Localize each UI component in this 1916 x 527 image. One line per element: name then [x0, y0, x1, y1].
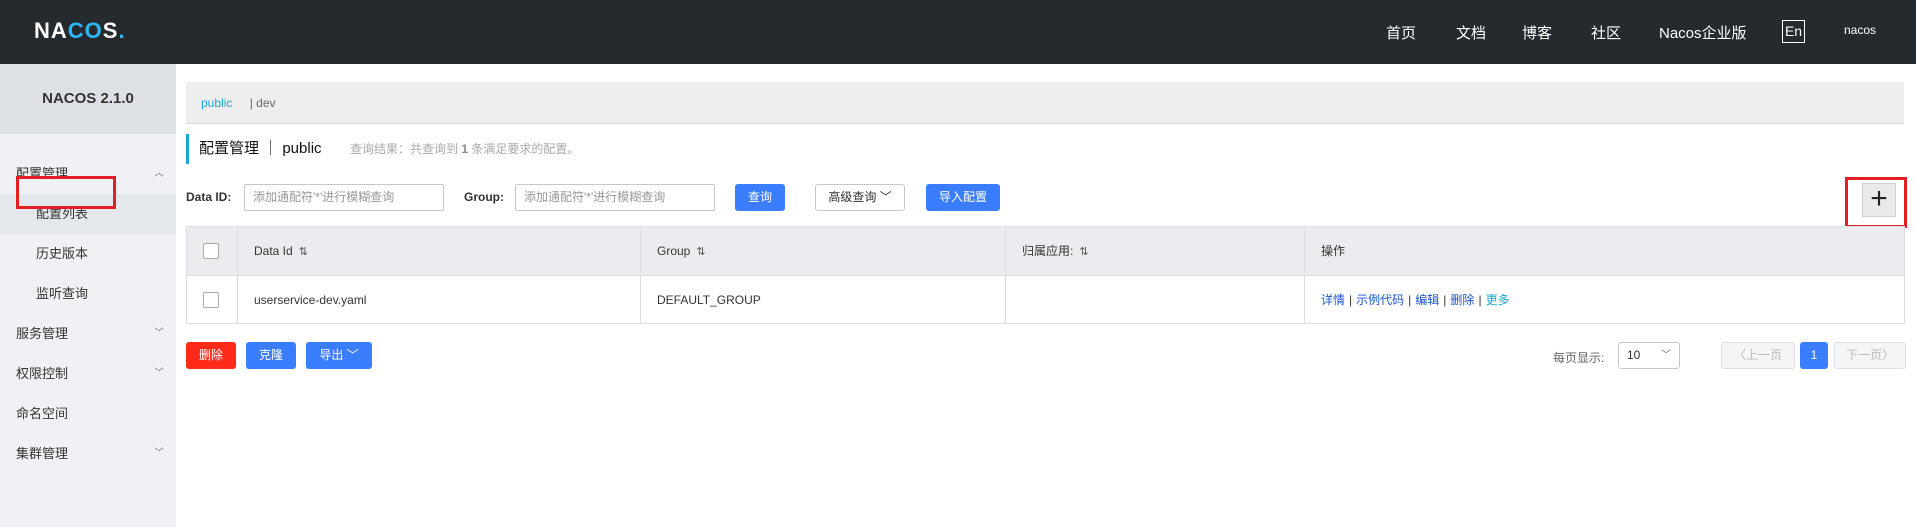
- op-more-link[interactable]: 更多: [1486, 293, 1510, 307]
- bulk-delete-button[interactable]: 删除: [186, 342, 236, 369]
- page-title-bar: 配置管理 ｜ public 查询结果：共查询到 1 条满足要求的配置。: [186, 134, 579, 164]
- next-page-button[interactable]: 下一页〉: [1834, 342, 1906, 369]
- sidebar-item-label: 历史版本: [36, 246, 89, 261]
- import-config-button[interactable]: 导入配置: [926, 184, 1000, 211]
- sidebar: NACOS 2.1.0 配置管理 ︿ 配置列表 历史版本 监听查询 服务管理 ﹀…: [0, 64, 176, 527]
- sidebar-item-label: 命名空间: [16, 406, 69, 421]
- chevron-left-icon: 〈: [1733, 348, 1746, 362]
- chevron-down-icon: ﹀: [1661, 350, 1671, 361]
- chevron-right-icon: 〉: [1882, 348, 1895, 362]
- advanced-query-button[interactable]: 高级查询 ﹀: [815, 184, 905, 211]
- header-group[interactable]: Group ⇅: [641, 227, 1006, 275]
- current-page-button[interactable]: 1: [1800, 342, 1828, 369]
- version-label: NACOS 2.1.0: [0, 64, 176, 134]
- dataid-label: Data ID:: [186, 190, 232, 204]
- highlight-config-list: [16, 176, 116, 209]
- sidebar-item-access-control[interactable]: 权限控制 ﹀: [0, 354, 176, 394]
- chevron-down-icon: ﹀: [154, 328, 164, 339]
- header-checkbox-cell: [187, 227, 238, 275]
- chevron-down-icon: ﹀: [879, 190, 892, 204]
- nav-enterprise[interactable]: Nacos企业版: [1659, 0, 1747, 64]
- sidebar-item-cluster-management[interactable]: 集群管理 ﹀: [0, 434, 176, 474]
- op-delete-link[interactable]: 删除: [1450, 293, 1474, 307]
- op-sample-code-link[interactable]: 示例代码: [1356, 293, 1404, 307]
- nav-docs[interactable]: 文档: [1456, 0, 1486, 64]
- row-checkbox-cell: [187, 276, 238, 324]
- namespace-public[interactable]: public: [201, 96, 232, 110]
- sidebar-item-namespace[interactable]: 命名空间: [0, 394, 176, 434]
- per-page-select[interactable]: 10 ﹀: [1618, 342, 1680, 369]
- chevron-down-icon: ﹀: [154, 368, 164, 379]
- bulk-clone-button[interactable]: 克隆: [246, 342, 296, 369]
- nav-home[interactable]: 首页: [1386, 0, 1416, 64]
- chevron-up-icon: ︿: [154, 168, 164, 179]
- highlight-add-button: [1845, 177, 1907, 228]
- sidebar-item-label: 服务管理: [16, 326, 69, 341]
- user-menu[interactable]: nacos: [1844, 23, 1876, 37]
- page-title: 配置管理 ｜ public: [199, 140, 322, 157]
- row-checkbox[interactable]: [203, 292, 219, 308]
- cell-operations: 详情 | 示例代码 | 编辑 | 删除 | 更多: [1321, 293, 1510, 307]
- top-navbar: NACOS. 首页 文档 博客 社区 Nacos企业版 En nacos: [0, 0, 1916, 64]
- op-edit-link[interactable]: 编辑: [1415, 293, 1439, 307]
- sort-icon[interactable]: ⇅: [1079, 246, 1088, 258]
- sidebar-item-label: 监听查询: [36, 286, 89, 301]
- sidebar-item-listener-query[interactable]: 监听查询: [0, 274, 176, 314]
- per-page-label: 每页显示:: [1553, 351, 1605, 365]
- header-operations: 操作: [1321, 244, 1346, 258]
- sidebar-item-service-management[interactable]: 服务管理 ﹀: [0, 314, 176, 354]
- group-label: Group:: [464, 190, 504, 204]
- header-app[interactable]: 归属应用: ⇅: [1006, 227, 1305, 275]
- query-result-hint: 查询结果：共查询到 1 条满足要求的配置。: [349, 142, 580, 156]
- group-search-input[interactable]: 添加通配符'*'进行模糊查询: [515, 184, 715, 211]
- sidebar-item-label: 权限控制: [16, 366, 69, 381]
- bulk-export-button[interactable]: 导出 ﹀: [306, 342, 372, 369]
- cell-app: [1006, 276, 1305, 324]
- sidebar-item-history[interactable]: 历史版本: [0, 234, 176, 274]
- chevron-down-icon: ﹀: [154, 448, 164, 459]
- nacos-logo[interactable]: NACOS.: [34, 18, 126, 44]
- namespace-bar: public | dev: [186, 82, 1904, 124]
- header-data-id[interactable]: Data Id ⇅: [238, 227, 641, 275]
- language-toggle-button[interactable]: En: [1782, 20, 1805, 43]
- sort-icon[interactable]: ⇅: [696, 246, 705, 258]
- nav-blog[interactable]: 博客: [1522, 0, 1552, 64]
- cell-data-id: userservice-dev.yaml: [238, 276, 641, 324]
- table-row: userservice-dev.yaml DEFAULT_GROUP 详情 | 示例…: [187, 275, 1904, 324]
- op-detail-link[interactable]: 详情: [1321, 293, 1345, 307]
- namespace-dev[interactable]: | dev: [250, 96, 276, 110]
- nav-community[interactable]: 社区: [1591, 0, 1621, 64]
- select-all-checkbox[interactable]: [203, 243, 219, 259]
- prev-page-button[interactable]: 〈上一页: [1721, 342, 1795, 369]
- chevron-down-icon: ﹀: [346, 348, 359, 362]
- config-table: Data Id ⇅ Group ⇅ 归属应用: ⇅ 操作 userservice-de…: [186, 226, 1905, 324]
- sort-icon[interactable]: ⇅: [299, 246, 308, 258]
- query-button[interactable]: 查询: [735, 184, 785, 211]
- table-header: Data Id ⇅ Group ⇅ 归属应用: ⇅ 操作: [187, 227, 1904, 275]
- sidebar-item-label: 集群管理: [16, 446, 69, 461]
- cell-group: DEFAULT_GROUP: [641, 276, 1006, 324]
- dataid-search-input[interactable]: 添加通配符'*'进行模糊查询: [244, 184, 444, 211]
